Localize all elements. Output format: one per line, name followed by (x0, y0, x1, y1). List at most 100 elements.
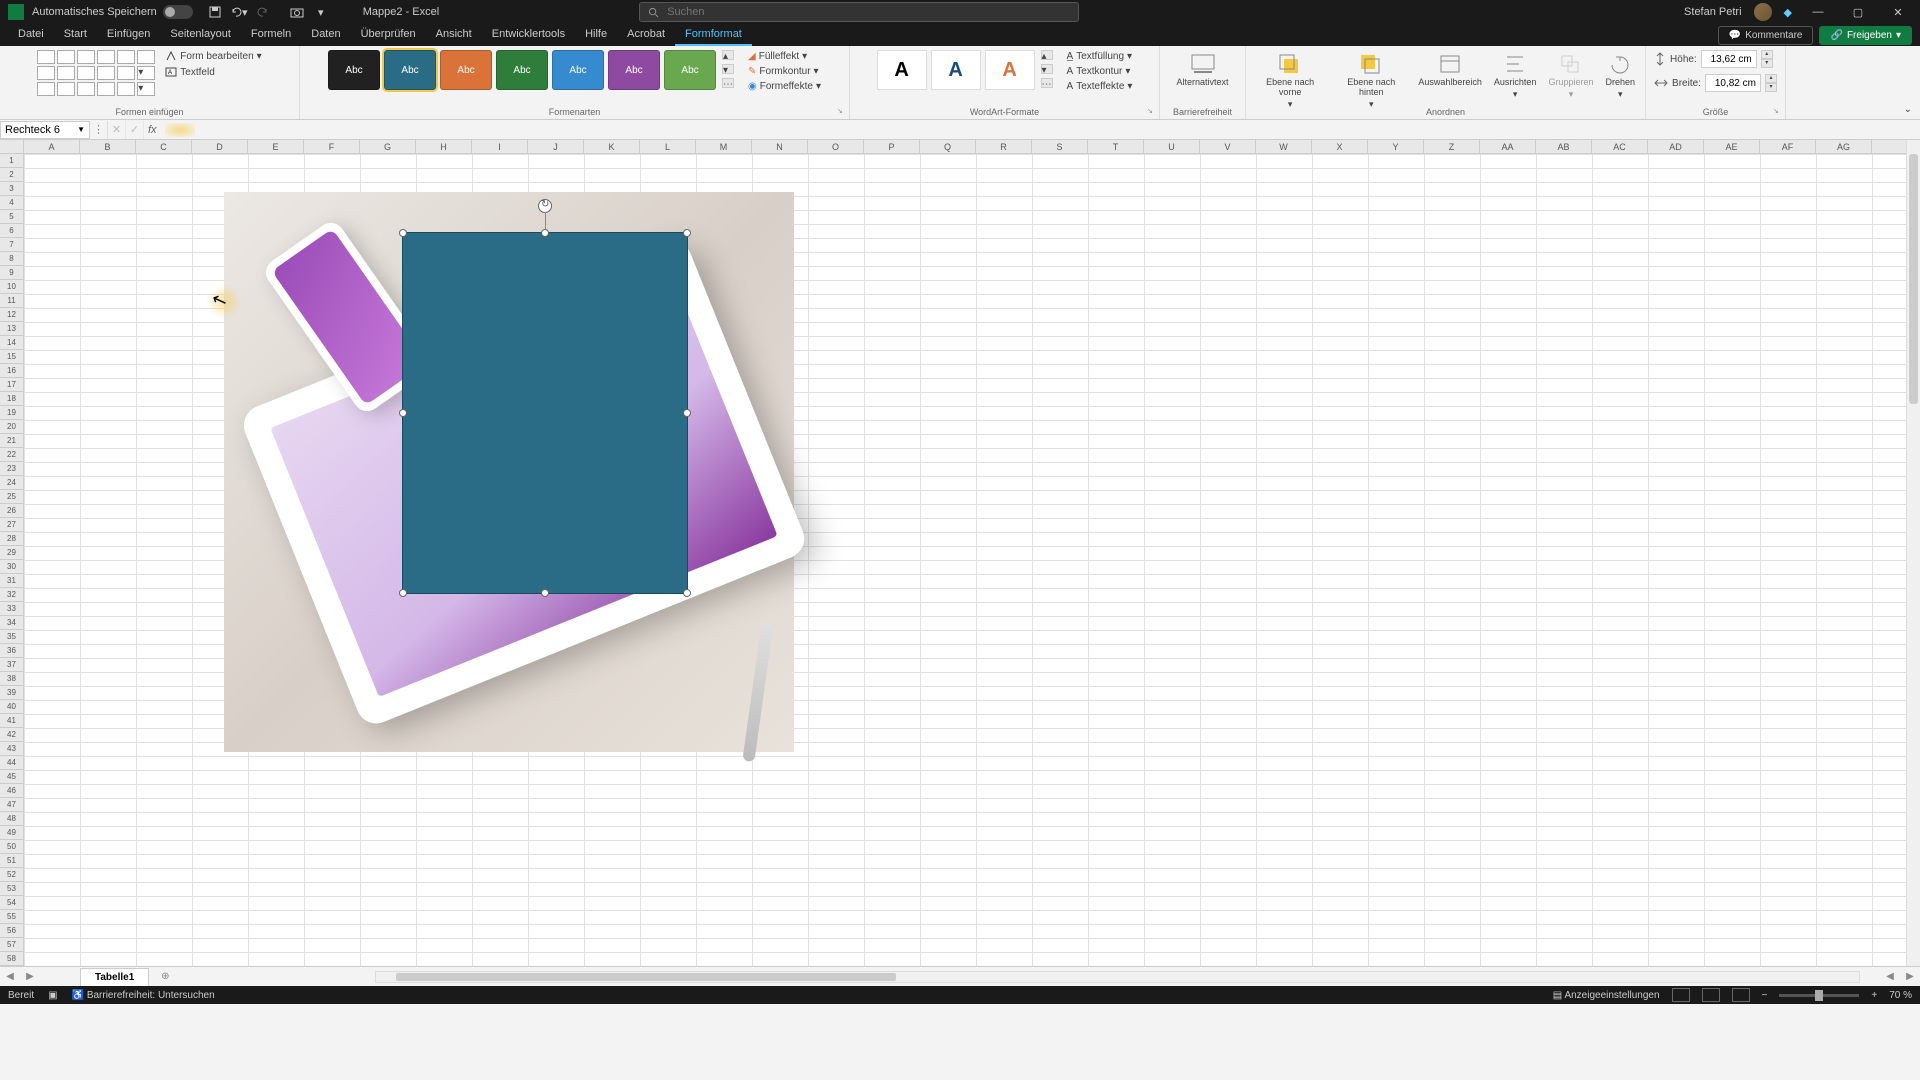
style-gallery-up-icon[interactable]: ▴ (722, 50, 734, 60)
edit-shape-button[interactable]: Form bearbeiten ▾ (165, 50, 261, 62)
col-header-O[interactable]: O (808, 140, 864, 153)
col-header-R[interactable]: R (976, 140, 1032, 153)
row-header-3[interactable]: 3 (0, 182, 23, 196)
col-header-Y[interactable]: Y (1368, 140, 1424, 153)
accept-formula-icon[interactable]: ✓ (126, 121, 144, 139)
style-gallery-more-icon[interactable]: ⋯ (722, 78, 734, 88)
row-header-20[interactable]: 20 (0, 420, 23, 434)
row-header-58[interactable]: 58 (0, 952, 23, 966)
row-header-55[interactable]: 55 (0, 910, 23, 924)
width-up-icon[interactable]: ▴ (1765, 74, 1777, 83)
row-header-29[interactable]: 29 (0, 546, 23, 560)
bring-forward-button[interactable]: Ebene nach vorne ▾ (1252, 50, 1328, 112)
row-header-40[interactable]: 40 (0, 700, 23, 714)
col-header-AC[interactable]: AC (1592, 140, 1648, 153)
row-header-7[interactable]: 7 (0, 238, 23, 252)
col-header-E[interactable]: E (248, 140, 304, 153)
col-header-H[interactable]: H (416, 140, 472, 153)
height-input[interactable] (1701, 50, 1757, 68)
shape-hexagon-icon[interactable] (117, 66, 135, 80)
sheet-nav-prev-icon[interactable]: ◀ (0, 971, 20, 982)
row-header-4[interactable]: 4 (0, 196, 23, 210)
row-header-51[interactable]: 51 (0, 854, 23, 868)
save-icon[interactable] (205, 2, 225, 22)
shape-arrow-icon[interactable] (77, 50, 95, 64)
text-fill-button[interactable]: A̲ Textfüllung ▾ (1067, 50, 1133, 63)
row-header-49[interactable]: 49 (0, 826, 23, 840)
cancel-formula-icon[interactable]: ✕ (108, 121, 126, 139)
share-button[interactable]: 🔗 Freigeben ▾ (1819, 26, 1912, 45)
zoom-in-icon[interactable]: + (1871, 990, 1877, 1001)
zoom-out-icon[interactable]: − (1762, 990, 1768, 1001)
row-header-41[interactable]: 41 (0, 714, 23, 728)
undo-icon[interactable]: ▾ (229, 2, 249, 22)
resize-handle-tl[interactable] (399, 229, 407, 237)
fill-effect-button[interactable]: ◢ Fülleffekt ▾ (748, 50, 821, 63)
comments-button[interactable]: 💬 Kommentare (1718, 26, 1814, 45)
shape-effects-button[interactable]: ◉ Formeffekte ▾ (748, 80, 821, 93)
row-header-17[interactable]: 17 (0, 378, 23, 392)
row-header-9[interactable]: 9 (0, 266, 23, 280)
select-all-button[interactable] (0, 140, 24, 154)
shape-gallery[interactable]: ▾ ▾ (37, 50, 155, 96)
zoom-slider[interactable] (1779, 994, 1859, 997)
wordart-gallery-down-icon[interactable]: ▾ (1041, 64, 1053, 74)
camera-icon[interactable] (287, 2, 307, 22)
row-header-2[interactable]: 2 (0, 168, 23, 182)
row-header-13[interactable]: 13 (0, 322, 23, 336)
resize-handle-ml[interactable] (399, 409, 407, 417)
ribbon-collapse-icon[interactable]: ⌄ (1896, 100, 1920, 119)
wordart-style-1[interactable]: A (877, 50, 927, 90)
col-header-U[interactable]: U (1144, 140, 1200, 153)
shape-textbox-icon[interactable] (37, 50, 55, 64)
menu-item-start[interactable]: Start (54, 24, 97, 46)
row-header-18[interactable]: 18 (0, 392, 23, 406)
wordart-gallery-up-icon[interactable]: ▴ (1041, 50, 1053, 60)
height-down-icon[interactable]: ▾ (1761, 59, 1773, 68)
size-dialog-launcher-icon[interactable]: ↘ (1773, 107, 1783, 117)
toggle-track[interactable] (163, 5, 193, 19)
row-header-45[interactable]: 45 (0, 770, 23, 784)
shape-diamond-icon[interactable] (77, 66, 95, 80)
row-header-50[interactable]: 50 (0, 840, 23, 854)
menu-item-ansicht[interactable]: Ansicht (426, 24, 482, 46)
fb-options-icon[interactable]: ⋮ (90, 121, 108, 139)
col-header-AE[interactable]: AE (1704, 140, 1760, 153)
shape-style-3[interactable]: Abc (440, 50, 492, 90)
row-header-1[interactable]: 1 (0, 154, 23, 168)
wordart-style-2[interactable]: A (931, 50, 981, 90)
col-header-C[interactable]: C (136, 140, 192, 153)
row-header-38[interactable]: 38 (0, 672, 23, 686)
col-header-S[interactable]: S (1032, 140, 1088, 153)
send-backward-button[interactable]: Ebene nach hinten ▾ (1332, 50, 1410, 112)
row-header-15[interactable]: 15 (0, 350, 23, 364)
close-icon[interactable]: ✕ (1884, 2, 1912, 22)
qat-customize-icon[interactable]: ▾ (311, 2, 331, 22)
row-header-35[interactable]: 35 (0, 630, 23, 644)
selection-pane-button[interactable]: Auswahlbereich (1414, 50, 1486, 90)
row-header-14[interactable]: 14 (0, 336, 23, 350)
shape-more-icon[interactable]: ▾ (137, 66, 155, 80)
user-avatar[interactable] (1754, 3, 1772, 21)
height-up-icon[interactable]: ▴ (1761, 50, 1773, 59)
alt-text-button[interactable]: Alternativtext (1172, 50, 1232, 90)
shape-right-triangle-icon[interactable] (57, 66, 75, 80)
row-header-19[interactable]: 19 (0, 406, 23, 420)
shape-pentagon-icon[interactable] (97, 66, 115, 80)
autosave-toggle[interactable]: Automatisches Speichern (32, 5, 193, 19)
rotate-button[interactable]: Drehen ▾ (1601, 50, 1639, 102)
row-header-43[interactable]: 43 (0, 742, 23, 756)
row-header-11[interactable]: 11 (0, 294, 23, 308)
shape-style-2[interactable]: Abc (384, 50, 436, 90)
text-outline-button[interactable]: A Textkontur ▾ (1067, 65, 1133, 78)
col-header-F[interactable]: F (304, 140, 360, 153)
view-normal-icon[interactable] (1672, 988, 1690, 1002)
row-header-57[interactable]: 57 (0, 938, 23, 952)
shape-style-4[interactable]: Abc (496, 50, 548, 90)
col-header-A[interactable]: A (24, 140, 80, 153)
shape-line-icon[interactable] (57, 50, 75, 64)
resize-handle-br[interactable] (683, 589, 691, 597)
shape-bracket-icon[interactable] (97, 82, 115, 96)
vertical-scrollbar[interactable] (1906, 140, 1920, 966)
shape-outline-button[interactable]: ✎ Formkontur ▾ (748, 65, 821, 78)
